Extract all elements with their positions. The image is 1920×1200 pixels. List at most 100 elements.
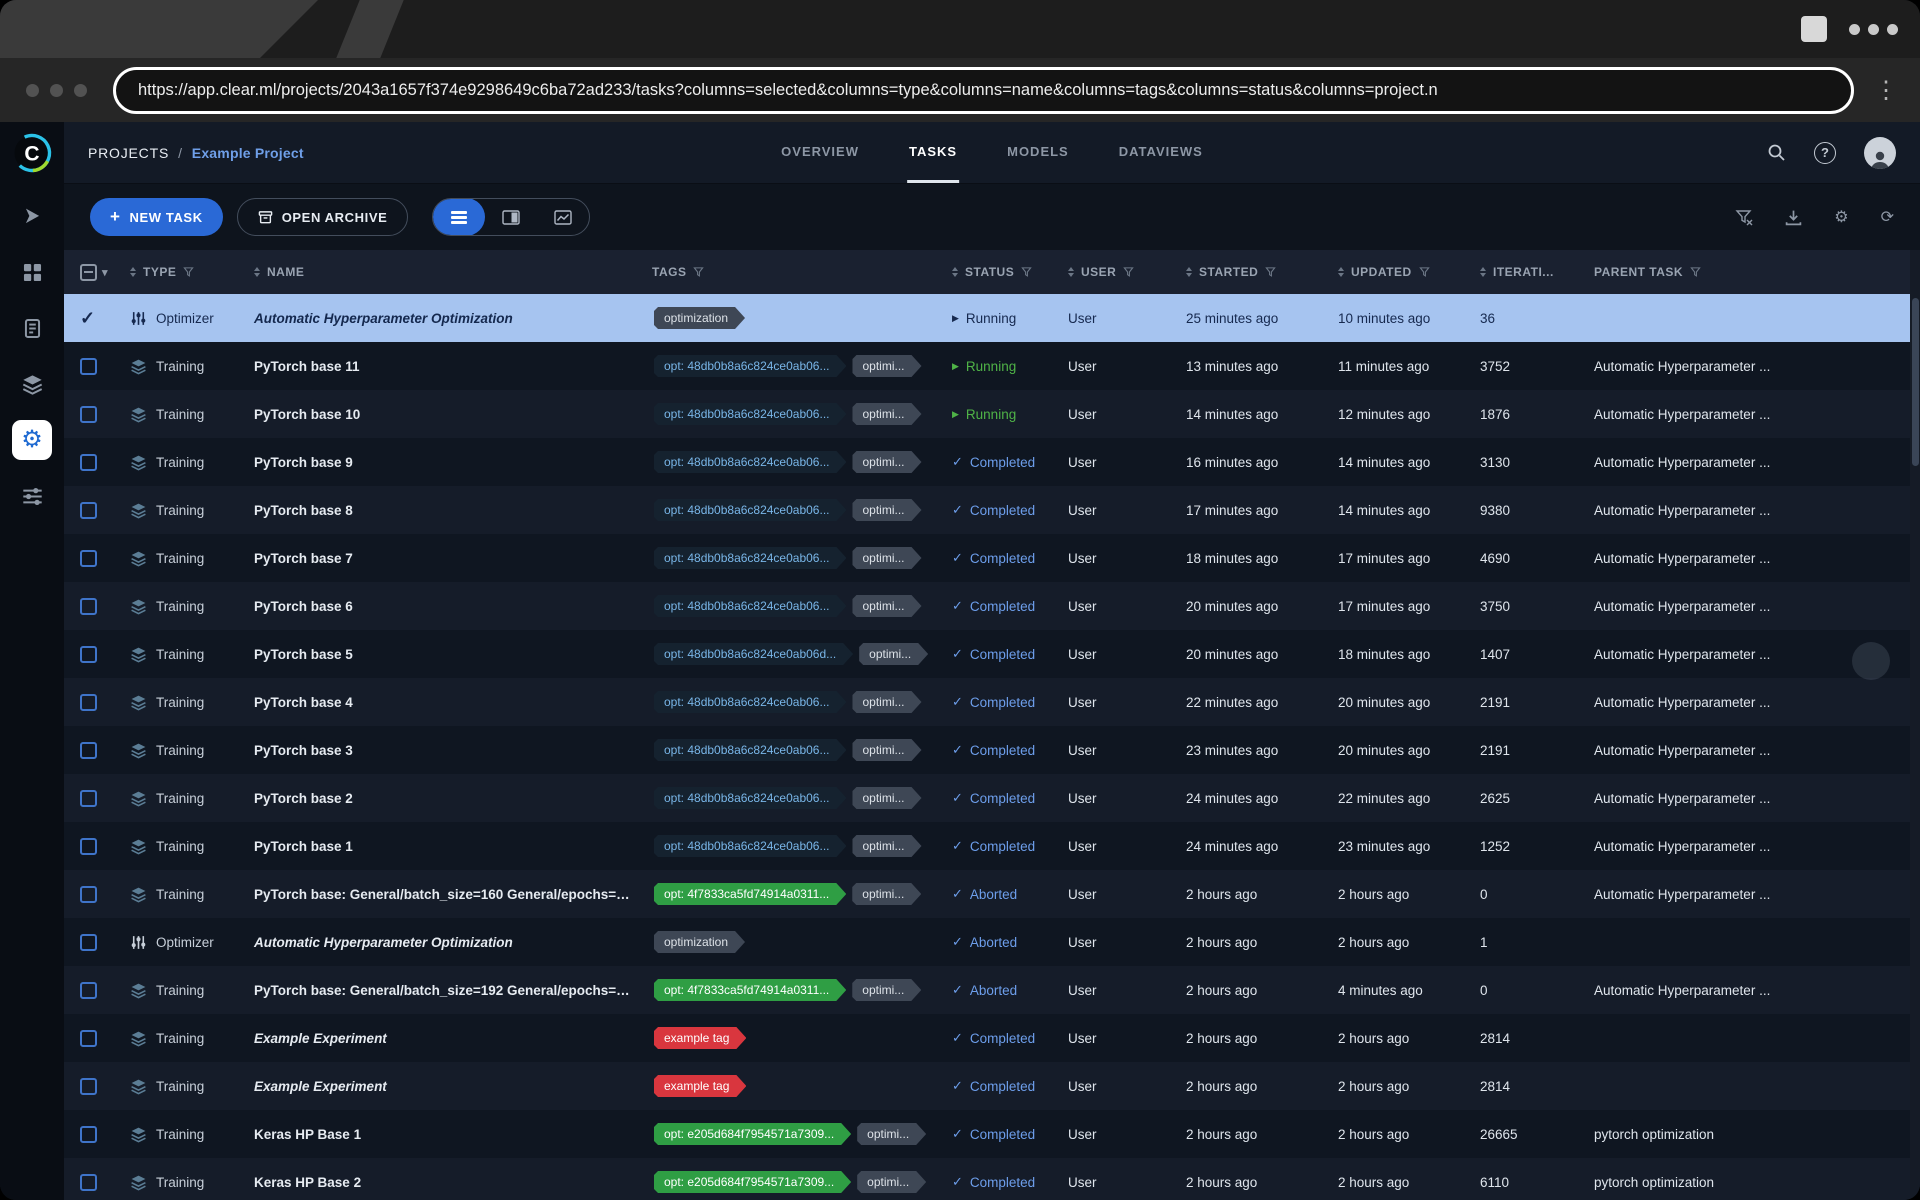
open-archive-button[interactable]: OPEN ARCHIVE: [237, 198, 409, 236]
browser-menu-icon[interactable]: ⋮: [1874, 76, 1894, 105]
table-row[interactable]: Training PyTorch base 6 opt: 48db0b8a6c8…: [64, 582, 1920, 630]
row-checkbox[interactable]: [80, 454, 97, 471]
row-checkbox[interactable]: [80, 982, 97, 999]
task-name[interactable]: PyTorch base 5: [254, 647, 353, 662]
select-all-header[interactable]: ▾: [64, 264, 122, 281]
filter-icon[interactable]: [1690, 266, 1701, 278]
sidebar-item-reports[interactable]: [12, 308, 52, 348]
window-control-dots[interactable]: [26, 84, 87, 97]
task-name[interactable]: PyTorch base 11: [254, 359, 360, 374]
column-header[interactable]: STATUS: [944, 265, 1060, 279]
sort-icon[interactable]: [1068, 267, 1074, 277]
row-checkbox[interactable]: [80, 1174, 97, 1191]
sort-icon[interactable]: [130, 267, 136, 277]
filter-icon[interactable]: [1419, 266, 1430, 278]
table-row[interactable]: Training PyTorch base 11 opt: 48db0b8a6c…: [64, 342, 1920, 390]
task-name[interactable]: PyTorch base 7: [254, 551, 353, 566]
table-row[interactable]: Training Example Experiment example tag …: [64, 1062, 1920, 1110]
filter-icon[interactable]: [183, 266, 194, 278]
chart-view-button[interactable]: [537, 198, 589, 236]
split-view-button[interactable]: [485, 198, 537, 236]
row-checkbox[interactable]: [80, 646, 97, 663]
row-checkbox[interactable]: [80, 550, 97, 567]
tab-tasks[interactable]: TASKS: [907, 122, 959, 183]
breadcrumb-current-project[interactable]: Example Project: [192, 145, 304, 161]
row-checkbox[interactable]: [80, 838, 97, 855]
tab-overview[interactable]: OVERVIEW: [779, 122, 861, 183]
row-checkbox[interactable]: [80, 886, 97, 903]
column-header[interactable]: STARTED: [1178, 265, 1330, 279]
breadcrumb-projects[interactable]: PROJECTS: [88, 145, 169, 161]
tab-models[interactable]: MODELS: [1005, 122, 1071, 183]
help-icon[interactable]: ?: [1814, 142, 1836, 164]
task-name[interactable]: Automatic Hyperparameter Optimization: [254, 935, 513, 950]
table-row[interactable]: Training PyTorch base 1 opt: 48db0b8a6c8…: [64, 822, 1920, 870]
new-task-button[interactable]: + NEW TASK: [90, 198, 223, 236]
row-checkbox[interactable]: [80, 694, 97, 711]
sidebar-item-datasets[interactable]: [12, 252, 52, 292]
browser-controls-dots[interactable]: [1849, 24, 1898, 35]
sidebar-item-projects[interactable]: [12, 196, 52, 236]
search-icon[interactable]: [1767, 143, 1786, 162]
sort-icon[interactable]: [1186, 267, 1192, 277]
settings-gear-icon[interactable]: ⚙: [1834, 207, 1848, 227]
row-checkbox[interactable]: [80, 790, 97, 807]
sort-icon[interactable]: [254, 267, 260, 277]
task-name[interactable]: PyTorch base 2: [254, 791, 353, 806]
table-row[interactable]: Training Keras HP Base 2 opt: e205d684f7…: [64, 1158, 1920, 1200]
table-row[interactable]: Training PyTorch base 9 opt: 48db0b8a6c8…: [64, 438, 1920, 486]
task-name[interactable]: PyTorch base: General/batch_size=160 Gen…: [254, 887, 639, 902]
filter-icon[interactable]: [1021, 266, 1032, 278]
url-bar[interactable]: https://app.clear.ml/projects/2043a1657f…: [113, 67, 1854, 114]
table-row[interactable]: Training PyTorch base 10 opt: 48db0b8a6c…: [64, 390, 1920, 438]
download-icon[interactable]: [1785, 209, 1802, 226]
task-name[interactable]: PyTorch base 3: [254, 743, 353, 758]
row-checkbox[interactable]: [80, 742, 97, 759]
row-checkbox[interactable]: [80, 406, 97, 423]
vertical-scrollbar[interactable]: [1910, 250, 1920, 1200]
browser-tab[interactable]: [0, 0, 318, 58]
column-header[interactable]: TAGS: [644, 265, 944, 279]
task-name[interactable]: PyTorch base 4: [254, 695, 353, 710]
clearml-logo-icon[interactable]: C: [11, 132, 53, 174]
scrollbar-thumb[interactable]: [1912, 298, 1919, 466]
row-checkbox[interactable]: [80, 1078, 97, 1095]
sidebar-item-pipelines[interactable]: [12, 364, 52, 404]
table-row[interactable]: Training PyTorch base 5 opt: 48db0b8a6c8…: [64, 630, 1920, 678]
column-header[interactable]: PARENT TASK: [1586, 265, 1910, 279]
row-checkbox[interactable]: [80, 502, 97, 519]
browser-window-button[interactable]: [1801, 16, 1827, 42]
select-all-checkbox[interactable]: [80, 264, 97, 281]
table-row[interactable]: Training PyTorch base 8 opt: 48db0b8a6c8…: [64, 486, 1920, 534]
table-row[interactable]: ✓ Optimizer Automatic Hyperparameter Opt…: [64, 294, 1920, 342]
sidebar-item-workers-queues[interactable]: [12, 476, 52, 516]
sidebar-item-automation-active[interactable]: ⚙: [12, 420, 52, 460]
table-row[interactable]: Training PyTorch base: General/batch_siz…: [64, 870, 1920, 918]
task-name[interactable]: Automatic Hyperparameter Optimization: [254, 311, 513, 326]
task-name[interactable]: PyTorch base 10: [254, 407, 360, 422]
row-checkbox[interactable]: [80, 598, 97, 615]
sort-icon[interactable]: [1480, 267, 1486, 277]
table-row[interactable]: Training PyTorch base 3 opt: 48db0b8a6c8…: [64, 726, 1920, 774]
task-name[interactable]: PyTorch base: General/batch_size=192 Gen…: [254, 983, 642, 998]
row-checkbox[interactable]: [80, 358, 97, 375]
table-row[interactable]: Training PyTorch base 2 opt: 48db0b8a6c8…: [64, 774, 1920, 822]
task-name[interactable]: PyTorch base 8: [254, 503, 353, 518]
table-row[interactable]: Training PyTorch base 7 opt: 48db0b8a6c8…: [64, 534, 1920, 582]
column-header[interactable]: ITERATI...: [1472, 265, 1586, 279]
auto-refresh-icon[interactable]: ⟳: [1881, 207, 1894, 227]
table-row[interactable]: Optimizer Automatic Hyperparameter Optim…: [64, 918, 1920, 966]
filter-icon[interactable]: [1265, 266, 1276, 278]
table-row[interactable]: Training Keras HP Base 1 opt: e205d684f7…: [64, 1110, 1920, 1158]
user-avatar[interactable]: [1864, 137, 1896, 169]
task-name[interactable]: Example Experiment: [254, 1031, 387, 1046]
row-checkbox[interactable]: ✓: [80, 308, 95, 329]
row-checkbox[interactable]: [80, 1126, 97, 1143]
column-header[interactable]: USER: [1060, 265, 1178, 279]
sort-icon[interactable]: [1338, 267, 1344, 277]
table-view-button[interactable]: [433, 198, 485, 236]
task-name[interactable]: PyTorch base 6: [254, 599, 353, 614]
row-checkbox[interactable]: [80, 1030, 97, 1047]
clear-filters-icon[interactable]: [1735, 209, 1753, 226]
tab-dataviews[interactable]: DATAVIEWS: [1117, 122, 1205, 183]
